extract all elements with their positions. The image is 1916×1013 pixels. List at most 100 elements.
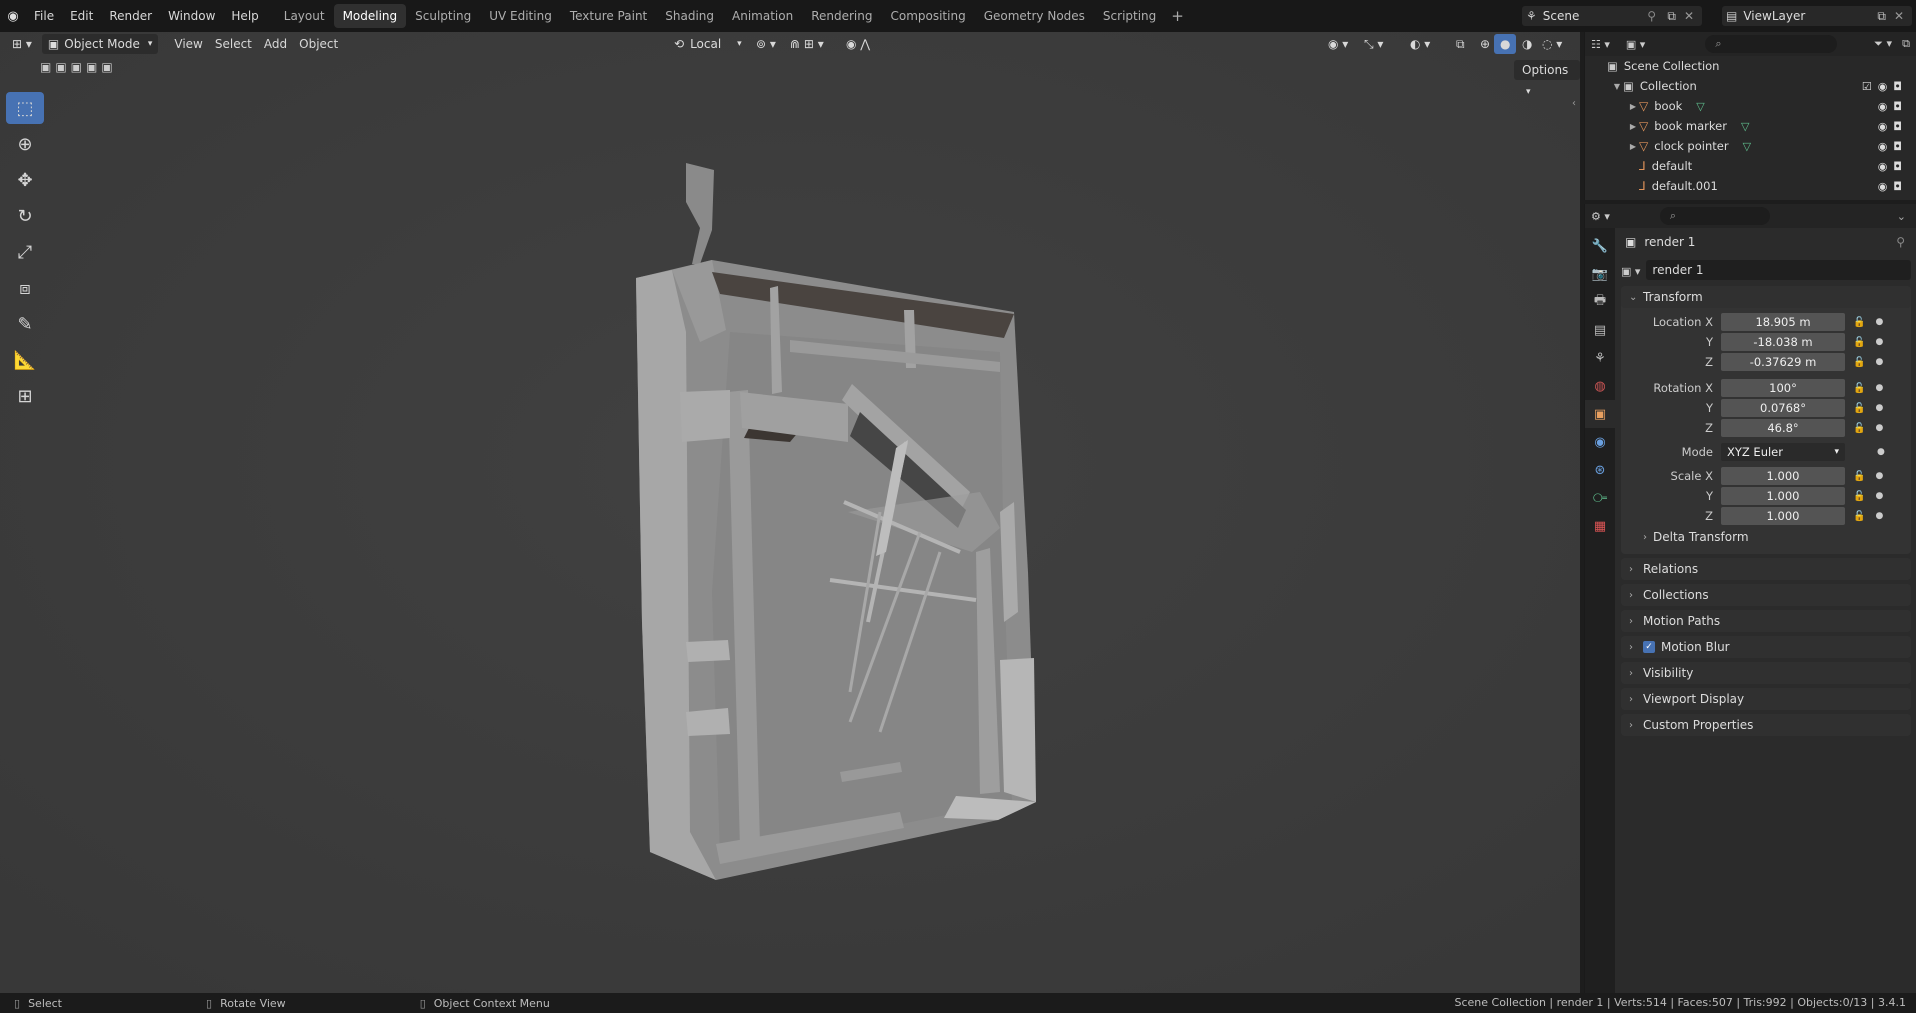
visibility-icons[interactable]: ◉◘ bbox=[1878, 100, 1908, 113]
tab-geometry-nodes[interactable]: Geometry Nodes bbox=[975, 4, 1094, 28]
motion-blur-header[interactable]: › ✓ Motion Blur bbox=[1621, 636, 1911, 658]
blender-logo-icon[interactable]: ◉ bbox=[0, 0, 26, 32]
move-tool-icon[interactable]: ✥ bbox=[6, 164, 44, 196]
delete-scene-icon[interactable]: ✕ bbox=[1684, 9, 1694, 23]
tab-scripting[interactable]: Scripting bbox=[1094, 4, 1165, 28]
scene-collection-row[interactable]: ▣ Scene Collection bbox=[1585, 56, 1916, 76]
delete-view-layer-icon[interactable]: ✕ bbox=[1894, 9, 1904, 23]
collections-panel[interactable]: › Collections bbox=[1621, 584, 1911, 606]
lock-icon[interactable]: 🔓 bbox=[1853, 383, 1865, 394]
object-name-field[interactable]: render 1 bbox=[1646, 260, 1911, 280]
constraints-tab-icon[interactable]: ⊛ bbox=[1585, 456, 1615, 484]
proportional-edit-icon[interactable]: ◉ ⋀ bbox=[840, 34, 876, 54]
keyframe-dot-icon[interactable]: ● bbox=[1875, 317, 1883, 327]
visibility-icons[interactable]: ◉◘ bbox=[1878, 120, 1908, 133]
tab-layout[interactable]: Layout bbox=[275, 4, 334, 28]
scale-tool-icon[interactable]: ⤢ bbox=[6, 236, 44, 268]
tab-compositing[interactable]: Compositing bbox=[881, 4, 974, 28]
shading-wireframe-icon[interactable]: ⊕ bbox=[1474, 34, 1496, 54]
filter-icon[interactable]: ⏷ ▾ bbox=[1874, 37, 1892, 51]
texture-tab-icon[interactable]: ▦ bbox=[1585, 512, 1615, 540]
expand-icon[interactable]: ▶ bbox=[1627, 122, 1639, 131]
location-x-field[interactable]: 18.905 m bbox=[1721, 313, 1845, 331]
scene-selector[interactable]: ⚘ Scene ⚲ ⧉ ✕ bbox=[1522, 6, 1702, 26]
visibility-icons[interactable]: ◉◘ bbox=[1878, 160, 1908, 173]
view-layer-tab-icon[interactable]: ▤ bbox=[1585, 316, 1615, 344]
keyframe-dot-icon[interactable]: ● bbox=[1875, 423, 1883, 433]
menu-render[interactable]: Render bbox=[101, 0, 160, 32]
tab-uv-editing[interactable]: UV Editing bbox=[480, 4, 561, 28]
lock-icon[interactable]: 🔓 bbox=[1853, 491, 1865, 502]
measure-tool-icon[interactable]: 📐 bbox=[6, 344, 44, 376]
pin-icon[interactable]: ⚲ bbox=[1647, 9, 1656, 23]
collection-visibility-icons[interactable]: ☑◉◘ bbox=[1862, 80, 1908, 93]
viewport-display-panel[interactable]: › Viewport Display bbox=[1621, 688, 1911, 710]
viewport-display-header[interactable]: › Viewport Display bbox=[1621, 688, 1911, 710]
collections-header[interactable]: › Collections bbox=[1621, 584, 1911, 606]
visibility-panel[interactable]: › Visibility bbox=[1621, 662, 1911, 684]
transform-tool-icon[interactable]: ⧈ bbox=[6, 272, 44, 304]
collapse-sidebar-icon[interactable]: ‹ bbox=[1572, 98, 1576, 109]
snap-icon[interactable]: ⋒ ⊞ ▾ bbox=[784, 34, 830, 54]
lock-icon[interactable]: 🔓 bbox=[1853, 471, 1865, 482]
tab-shading[interactable]: Shading bbox=[656, 4, 723, 28]
xray-icon[interactable]: ⧉ bbox=[1450, 34, 1471, 54]
relations-panel[interactable]: › Relations bbox=[1621, 558, 1911, 580]
add-workspace-icon[interactable]: + bbox=[1165, 7, 1190, 25]
3d-viewport[interactable]: ⊞ ▾ ▣ Object Mode ▾ View Select Add Obje… bbox=[0, 32, 1580, 993]
shading-solid-icon[interactable]: ● bbox=[1494, 34, 1517, 54]
keyframe-dot-icon[interactable]: ● bbox=[1875, 357, 1883, 367]
outliner-item-book[interactable]: ▶ ▽ book ▽ ◉◘ bbox=[1585, 96, 1916, 116]
menu-edit[interactable]: Edit bbox=[62, 0, 101, 32]
keyframe-dot-icon[interactable]: ● bbox=[1875, 383, 1883, 393]
select-box-tool-icon[interactable]: ⬚ bbox=[6, 92, 44, 124]
keyframe-dot-icon[interactable]: ● bbox=[1875, 403, 1883, 413]
scene-tab-icon[interactable]: ⚘ bbox=[1585, 344, 1615, 372]
shading-rendered-icon[interactable]: ◌ ▾ bbox=[1536, 34, 1568, 54]
relations-header[interactable]: › Relations bbox=[1621, 558, 1911, 580]
motion-paths-panel[interactable]: › Motion Paths bbox=[1621, 610, 1911, 632]
properties-editor-icon[interactable]: ⚙ ▾ bbox=[1591, 210, 1610, 223]
expand-icon[interactable]: ▼ bbox=[1611, 82, 1623, 91]
custom-properties-panel[interactable]: › Custom Properties bbox=[1621, 714, 1911, 736]
motion-blur-panel[interactable]: › ✓ Motion Blur bbox=[1621, 636, 1911, 658]
menu-window[interactable]: Window bbox=[160, 0, 223, 32]
orientation-select[interactable]: ⟲ Local ▾ bbox=[668, 34, 748, 54]
motion-paths-header[interactable]: › Motion Paths bbox=[1621, 610, 1911, 632]
properties-search-input[interactable]: ⌕ bbox=[1659, 207, 1770, 225]
outliner-item-book-marker[interactable]: ▶ ▽ book marker ▽ ◉◘ bbox=[1585, 116, 1916, 136]
outliner-editor-icon[interactable]: ☷ ▾ bbox=[1591, 38, 1610, 51]
visibility-icons[interactable]: ◉◘ bbox=[1878, 180, 1908, 193]
keyframe-dot-icon[interactable]: ● bbox=[1875, 511, 1883, 521]
output-tab-icon[interactable]: 🖶 bbox=[1585, 288, 1615, 316]
lock-icon[interactable]: 🔓 bbox=[1853, 403, 1865, 414]
mode-select[interactable]: ▣ Object Mode ▾ bbox=[41, 34, 159, 54]
display-mode-icon[interactable]: ▣ ▾ bbox=[1626, 38, 1645, 51]
menu-help[interactable]: Help bbox=[223, 0, 266, 32]
outliner-search-input[interactable]: ⌕ bbox=[1705, 35, 1838, 53]
scale-y-field[interactable]: 1.000 bbox=[1721, 487, 1845, 505]
transform-panel-header[interactable]: ⌄ Transform bbox=[1621, 286, 1911, 308]
lock-icon[interactable]: 🔓 bbox=[1853, 511, 1865, 522]
world-tab-icon[interactable]: ◍ bbox=[1585, 372, 1615, 400]
scale-z-field[interactable]: 1.000 bbox=[1721, 507, 1845, 525]
motion-blur-checkbox[interactable]: ✓ bbox=[1643, 641, 1655, 653]
lock-icon[interactable]: 🔓 bbox=[1853, 317, 1865, 328]
delta-transform-subpanel[interactable]: › Delta Transform bbox=[1621, 526, 1911, 548]
pivot-icon[interactable]: ⊚ ▾ bbox=[750, 34, 782, 54]
tool-tab-icon[interactable]: 🔧 bbox=[1585, 232, 1615, 260]
rotation-mode-select[interactable]: XYZ Euler ▾ bbox=[1721, 443, 1845, 461]
keyframe-dot-icon[interactable]: ● bbox=[1875, 471, 1883, 481]
selection-mode-icons[interactable]: ▣▣▣▣▣ bbox=[40, 60, 117, 74]
expand-icon[interactable]: ▶ bbox=[1627, 142, 1639, 151]
lock-icon[interactable]: 🔓 bbox=[1853, 357, 1865, 368]
location-z-field[interactable]: -0.37629 m bbox=[1721, 353, 1845, 371]
menu-add[interactable]: Add bbox=[258, 34, 293, 54]
chevron-down-icon[interactable]: ⌄ bbox=[1897, 210, 1906, 223]
keyframe-dot-icon[interactable]: ● bbox=[1875, 337, 1883, 347]
lock-icon[interactable]: 🔓 bbox=[1853, 423, 1865, 434]
tab-sculpting[interactable]: Sculpting bbox=[406, 4, 480, 28]
data-tab-icon[interactable]: ⧃ bbox=[1585, 484, 1615, 512]
menu-view[interactable]: View bbox=[168, 34, 208, 54]
keyframe-dot-icon[interactable]: ● bbox=[1877, 447, 1885, 457]
